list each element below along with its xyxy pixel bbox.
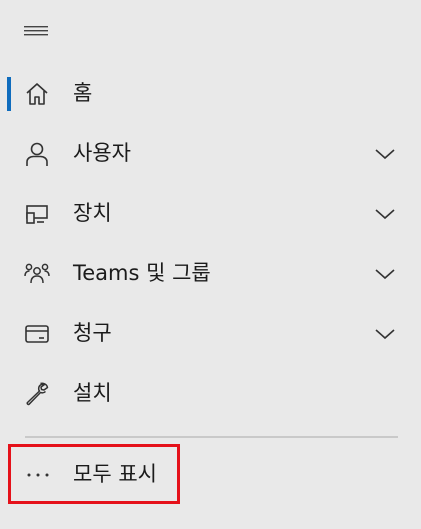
nav-item-label: 홈 — [73, 81, 93, 105]
chevron-down-icon[interactable] — [374, 267, 396, 281]
chevron-down-icon[interactable] — [374, 147, 396, 161]
nav-item-label: Teams 및 그룹 — [73, 261, 211, 285]
nav-item-home[interactable]: 홈 — [0, 63, 421, 123]
nav-item-devices[interactable]: 장치 — [0, 183, 421, 243]
person-icon — [26, 142, 48, 166]
credit-card-icon — [25, 325, 49, 343]
nav-item-setup[interactable]: 설치 — [0, 363, 421, 423]
nav-item-billing[interactable]: 청구 — [0, 303, 421, 363]
more-icon — [27, 473, 49, 477]
nav-item-users[interactable]: 사용자 — [0, 123, 421, 183]
nav-item-label: 설치 — [73, 381, 112, 405]
chevron-down-icon[interactable] — [374, 327, 396, 341]
people-team-icon — [24, 263, 50, 284]
divider — [25, 436, 398, 438]
nav-item-teams-groups[interactable]: Teams 및 그룹 — [0, 243, 421, 303]
home-icon — [26, 83, 48, 105]
chevron-down-icon[interactable] — [374, 207, 396, 221]
selection-indicator — [7, 77, 11, 111]
menu-toggle-button[interactable] — [22, 20, 52, 44]
navigation-pane: 홈 사용자 장치 Teams 및 그룹 청구 설치 모두 표시 — [0, 0, 421, 529]
wrench-icon — [26, 382, 49, 406]
hamburger-icon — [24, 26, 48, 36]
nav-item-label: 사용자 — [73, 141, 131, 165]
nav-item-label: 청구 — [73, 321, 112, 345]
nav-item-label: 장치 — [73, 201, 112, 225]
show-all-label: 모두 표시 — [73, 462, 157, 486]
show-all-button[interactable]: 모두 표시 — [8, 444, 180, 504]
device-icon — [26, 205, 48, 224]
